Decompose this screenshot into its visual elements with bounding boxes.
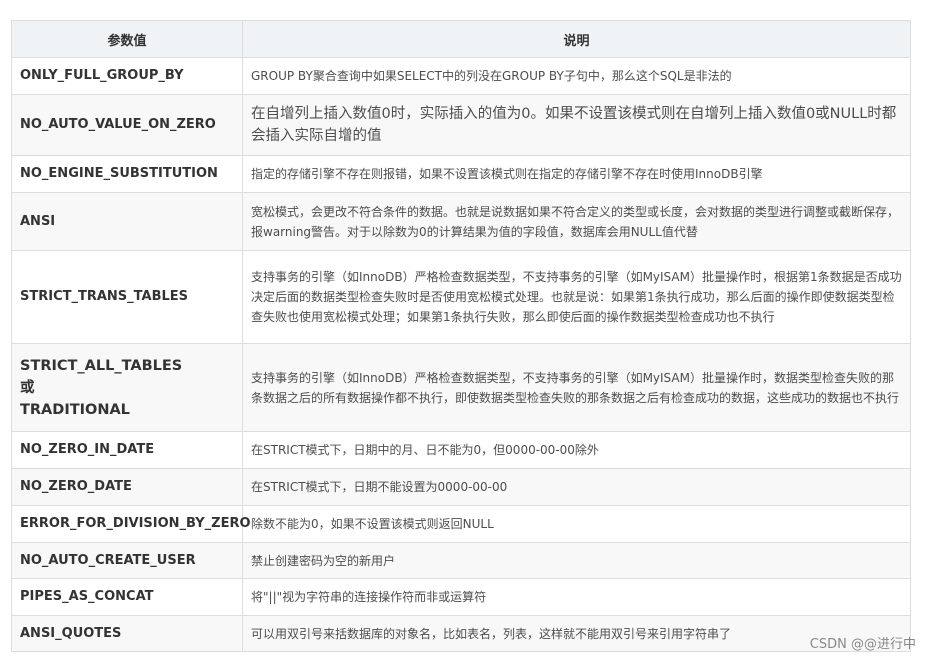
table-row: PIPES_AS_CONCAT 将"||"视为字符串的连接操作符而非或运算符 <box>11 578 911 616</box>
table-row: ANSI_QUOTES 可以用双引号来括数据库的对象名，比如表名，列表，这样就不… <box>11 615 911 652</box>
mode-name-alt: TRADITIONAL <box>20 401 130 418</box>
mode-name: ANSI <box>11 192 243 251</box>
header-param-value: 参数值 <box>11 20 243 58</box>
mode-name: NO_AUTO_CREATE_USER <box>11 542 243 579</box>
csdn-watermark: CSDN @@进行中 <box>809 637 916 652</box>
table-row: NO_ENGINE_SUBSTITUTION 指定的存储引擎不存在则报错，如果不… <box>11 155 911 193</box>
table-row: ONLY_FULL_GROUP_BY GROUP BY聚合查询中如果SELECT… <box>11 57 911 95</box>
header-description: 说明 <box>242 20 911 58</box>
mode-description: 在STRICT模式下，日期不能设置为0000-00-00 <box>242 468 911 506</box>
mode-description: 在STRICT模式下，日期中的月、日不能为0，但0000-00-00除外 <box>242 431 911 469</box>
mode-name: NO_ENGINE_SUBSTITUTION <box>11 155 243 193</box>
table-row: STRICT_TRANS_TABLES 支持事务的引擎（如InnoDB）严格检查… <box>11 250 911 344</box>
mode-name: ANSI_QUOTES <box>11 615 243 652</box>
table-row: NO_ZERO_IN_DATE 在STRICT模式下，日期中的月、日不能为0，但… <box>11 431 911 469</box>
top-strip <box>0 0 930 20</box>
table-row: NO_AUTO_VALUE_ON_ZERO 在自增列上插入数值0时，实际插入的值… <box>11 94 911 156</box>
mode-description: 将"||"视为字符串的连接操作符而非或运算符 <box>242 578 911 616</box>
mode-name-or: 或 <box>20 379 35 396</box>
mode-description: 支持事务的引擎（如InnoDB）严格检查数据类型，不支持事务的引擎（如MyISA… <box>242 343 911 432</box>
mode-description: 在自增列上插入数值0时，实际插入的值为0。如果不设置该模式则在自增列上插入数值0… <box>242 94 911 156</box>
mode-description: 除数不能为0，如果不设置该模式则返回NULL <box>242 505 911 543</box>
mode-description: 宽松模式，会更改不符合条件的数据。也就是说数据如果不符合定义的类型或长度，会对数… <box>242 192 911 251</box>
table-row: NO_ZERO_DATE 在STRICT模式下，日期不能设置为0000-00-0… <box>11 468 911 506</box>
table-header-row: 参数值 说明 <box>11 20 911 58</box>
mode-description: 禁止创建密码为空的新用户 <box>242 542 911 579</box>
mode-name: STRICT_TRANS_TABLES <box>11 250 243 344</box>
mode-name: STRICT_ALL_TABLES <box>20 357 183 374</box>
mode-name: PIPES_AS_CONCAT <box>11 578 243 616</box>
mode-name: NO_AUTO_VALUE_ON_ZERO <box>11 94 243 156</box>
mode-description: 指定的存储引擎不存在则报错，如果不设置该模式则在指定的存储引擎不存在时使用Inn… <box>242 155 911 193</box>
mode-description: 支持事务的引擎（如InnoDB）严格检查数据类型，不支持事务的引擎（如MyISA… <box>242 250 911 344</box>
mode-name-combined: STRICT_ALL_TABLES 或 TRADITIONAL <box>11 343 243 432</box>
mode-name: ERROR_FOR_DIVISION_BY_ZERO <box>11 505 251 543</box>
mode-name: NO_ZERO_DATE <box>11 468 243 506</box>
table-row: ANSI 宽松模式，会更改不符合条件的数据。也就是说数据如果不符合定义的类型或长… <box>11 192 911 251</box>
mode-name: NO_ZERO_IN_DATE <box>11 431 243 469</box>
table-row: STRICT_ALL_TABLES 或 TRADITIONAL 支持事务的引擎（… <box>11 343 911 432</box>
table-row: NO_AUTO_CREATE_USER 禁止创建密码为空的新用户 <box>11 542 911 579</box>
sql-mode-table: 参数值 说明 ONLY_FULL_GROUP_BY GROUP BY聚合查询中如… <box>11 20 911 652</box>
table-row: ERROR_FOR_DIVISION_BY_ZERO 除数不能为0，如果不设置该… <box>11 505 911 543</box>
mode-name: ONLY_FULL_GROUP_BY <box>11 57 243 95</box>
mode-description: GROUP BY聚合查询中如果SELECT中的列没在GROUP BY子句中，那么… <box>242 57 911 95</box>
